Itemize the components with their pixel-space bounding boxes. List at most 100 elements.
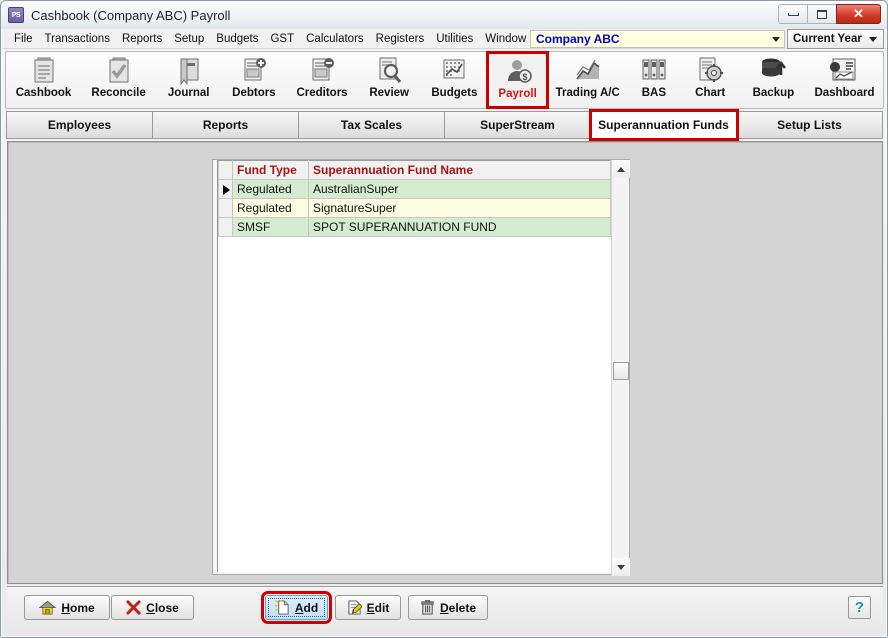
menu-item-budgets[interactable]: Budgets	[210, 31, 264, 47]
superannuation-funds-grid[interactable]: Fund Type Superannuation Fund Name Regul…	[217, 160, 612, 572]
scroll-down-icon	[617, 564, 625, 570]
chevron-down-icon	[772, 37, 780, 42]
table-row[interactable]: Regulated AustralianSuper	[218, 179, 611, 199]
maximize-restore-button[interactable]	[807, 4, 836, 24]
tab-label: SuperStream	[480, 118, 555, 132]
cell-fund-type: SMSF	[232, 217, 309, 237]
close-form-button[interactable]: Close	[111, 595, 194, 620]
home-button[interactable]: Home	[24, 595, 110, 620]
delete-button[interactable]: Delete	[408, 595, 488, 620]
grid-vertical-scrollbar[interactable]	[611, 160, 630, 576]
toolbar-button-cashbook[interactable]: Cashbook	[6, 53, 81, 107]
tab-superstream[interactable]: SuperStream	[445, 111, 591, 139]
toolbar-button-budgets[interactable]: Budgets	[421, 53, 488, 107]
menu-item-transactions[interactable]: Transactions	[39, 31, 116, 47]
company-selector[interactable]: Company ABC	[530, 30, 785, 48]
toolbar-button-review[interactable]: Review	[358, 53, 421, 107]
company-selector-value: Company ABC	[536, 32, 620, 46]
year-selector[interactable]: Current Year	[787, 29, 884, 49]
toolbar-button-chart[interactable]: Chart	[680, 53, 741, 107]
superannuation-funds-panel: Fund Type Superannuation Fund Name Regul…	[212, 159, 630, 576]
document-minus-icon	[307, 55, 337, 85]
tab-bar: Employees Reports Tax Scales SuperStream…	[6, 109, 883, 141]
application-window: PS Cashbook (Company ABC) Payroll ✕ File…	[0, 0, 888, 638]
column-header-fund-type[interactable]: Fund Type	[232, 160, 309, 180]
tab-employees[interactable]: Employees	[6, 111, 153, 139]
toolbar-button-backup[interactable]: Backup	[741, 53, 806, 107]
help-question-icon: ?	[854, 599, 865, 616]
toolbar-button-debtors[interactable]: Debtors	[221, 53, 286, 107]
title-bar: PS Cashbook (Company ABC) Payroll ✕	[1, 1, 887, 29]
restore-icon	[817, 9, 827, 19]
database-up-icon	[758, 55, 788, 85]
menu-item-registers[interactable]: Registers	[370, 31, 431, 47]
main-toolbar: Cashbook Reconcile Journal Debtors Credi…	[5, 51, 884, 109]
table-row[interactable]: SMSF SPOT SUPERANNUATION FUND	[218, 217, 611, 237]
x-close-icon	[126, 600, 141, 615]
cell-fund-name: SPOT SUPERANNUATION FUND	[308, 217, 611, 237]
toolbar-button-journal[interactable]: Journal	[156, 53, 221, 107]
toolbar-button-creditors[interactable]: Creditors	[286, 53, 357, 107]
menu-item-reports[interactable]: Reports	[116, 31, 168, 47]
tab-label: Reports	[202, 118, 249, 132]
toolbar-label-budgets: Budgets	[431, 87, 478, 99]
tab-reports[interactable]: Reports	[153, 111, 299, 139]
toolbar-label-backup: Backup	[752, 87, 795, 99]
edit-button[interactable]: Edit	[335, 595, 401, 620]
clipboard-icon	[29, 55, 59, 85]
table-row[interactable]: Regulated SignatureSuper	[218, 198, 611, 218]
menu-item-calculators[interactable]: Calculators	[300, 31, 370, 47]
help-button[interactable]: ?	[848, 596, 871, 619]
menu-item-setup[interactable]: Setup	[168, 31, 210, 47]
toolbar-button-reconcile[interactable]: Reconcile	[81, 53, 156, 107]
toolbar-label-chart: Chart	[695, 87, 726, 99]
scroll-up-icon	[617, 166, 625, 172]
toolbar-label-journal: Journal	[167, 87, 210, 99]
toolbar-button-dashboard[interactable]: Dashboard	[806, 53, 883, 107]
scrollbar-thumb[interactable]	[613, 362, 629, 380]
window-title: Cashbook (Company ABC) Payroll	[31, 7, 231, 23]
close-icon: ✕	[853, 6, 864, 21]
add-button[interactable]: Add	[261, 591, 332, 624]
edit-pencil-icon	[347, 600, 362, 615]
edit-button-label: Edit	[366, 600, 390, 615]
close-button[interactable]: ✕	[836, 4, 881, 24]
toolbar-label-creditors: Creditors	[296, 87, 348, 99]
toolbar-button-bas[interactable]: BAS	[628, 53, 679, 107]
row-selector-arrow-icon	[223, 185, 230, 195]
cell-fund-type: Regulated	[232, 198, 309, 218]
book-icon	[174, 55, 204, 85]
toolbar-button-payroll[interactable]: $ Payroll	[485, 51, 550, 109]
dashboard-icon	[829, 55, 859, 85]
menu-item-utilities[interactable]: Utilities	[430, 31, 479, 47]
row-marker-cell	[218, 198, 233, 218]
tab-label: Employees	[47, 118, 112, 132]
home-button-label: Home	[61, 600, 95, 615]
tab-tax-scales[interactable]: Tax Scales	[299, 111, 445, 139]
year-selector-value: Current Year	[793, 33, 862, 45]
toolbar-label-reconcile: Reconcile	[91, 87, 146, 99]
tab-label: Superannuation Funds	[598, 118, 729, 132]
minimize-icon	[787, 12, 799, 16]
tab-label: Setup Lists	[777, 118, 842, 132]
tab-superannuation-funds[interactable]: Superannuation Funds	[589, 109, 739, 141]
content-panel: Fund Type Superannuation Fund Name Regul…	[7, 141, 883, 584]
tab-setup-lists[interactable]: Setup Lists	[737, 111, 883, 139]
tab-label: Tax Scales	[340, 118, 403, 132]
toolbar-label-cashbook: Cashbook	[15, 87, 72, 99]
scroll-up-button[interactable]	[612, 160, 630, 178]
toolbar-label-debtors: Debtors	[232, 87, 276, 99]
scroll-down-button[interactable]	[612, 558, 630, 576]
binders-icon	[639, 55, 669, 85]
row-marker-cell	[218, 179, 233, 199]
menu-item-window[interactable]: Window	[479, 31, 532, 47]
ps-app-icon: PS	[8, 7, 24, 23]
toolbar-button-trading-ac[interactable]: Trading A/C	[547, 53, 628, 107]
column-header-fund-name[interactable]: Superannuation Fund Name	[308, 160, 611, 180]
menu-item-file[interactable]: File	[8, 31, 39, 47]
magnifier-page-icon	[374, 55, 404, 85]
menu-item-gst[interactable]: GST	[264, 31, 300, 47]
page-gear-icon	[695, 55, 725, 85]
cell-fund-name: SignatureSuper	[308, 198, 611, 218]
minimize-button[interactable]	[778, 4, 807, 24]
